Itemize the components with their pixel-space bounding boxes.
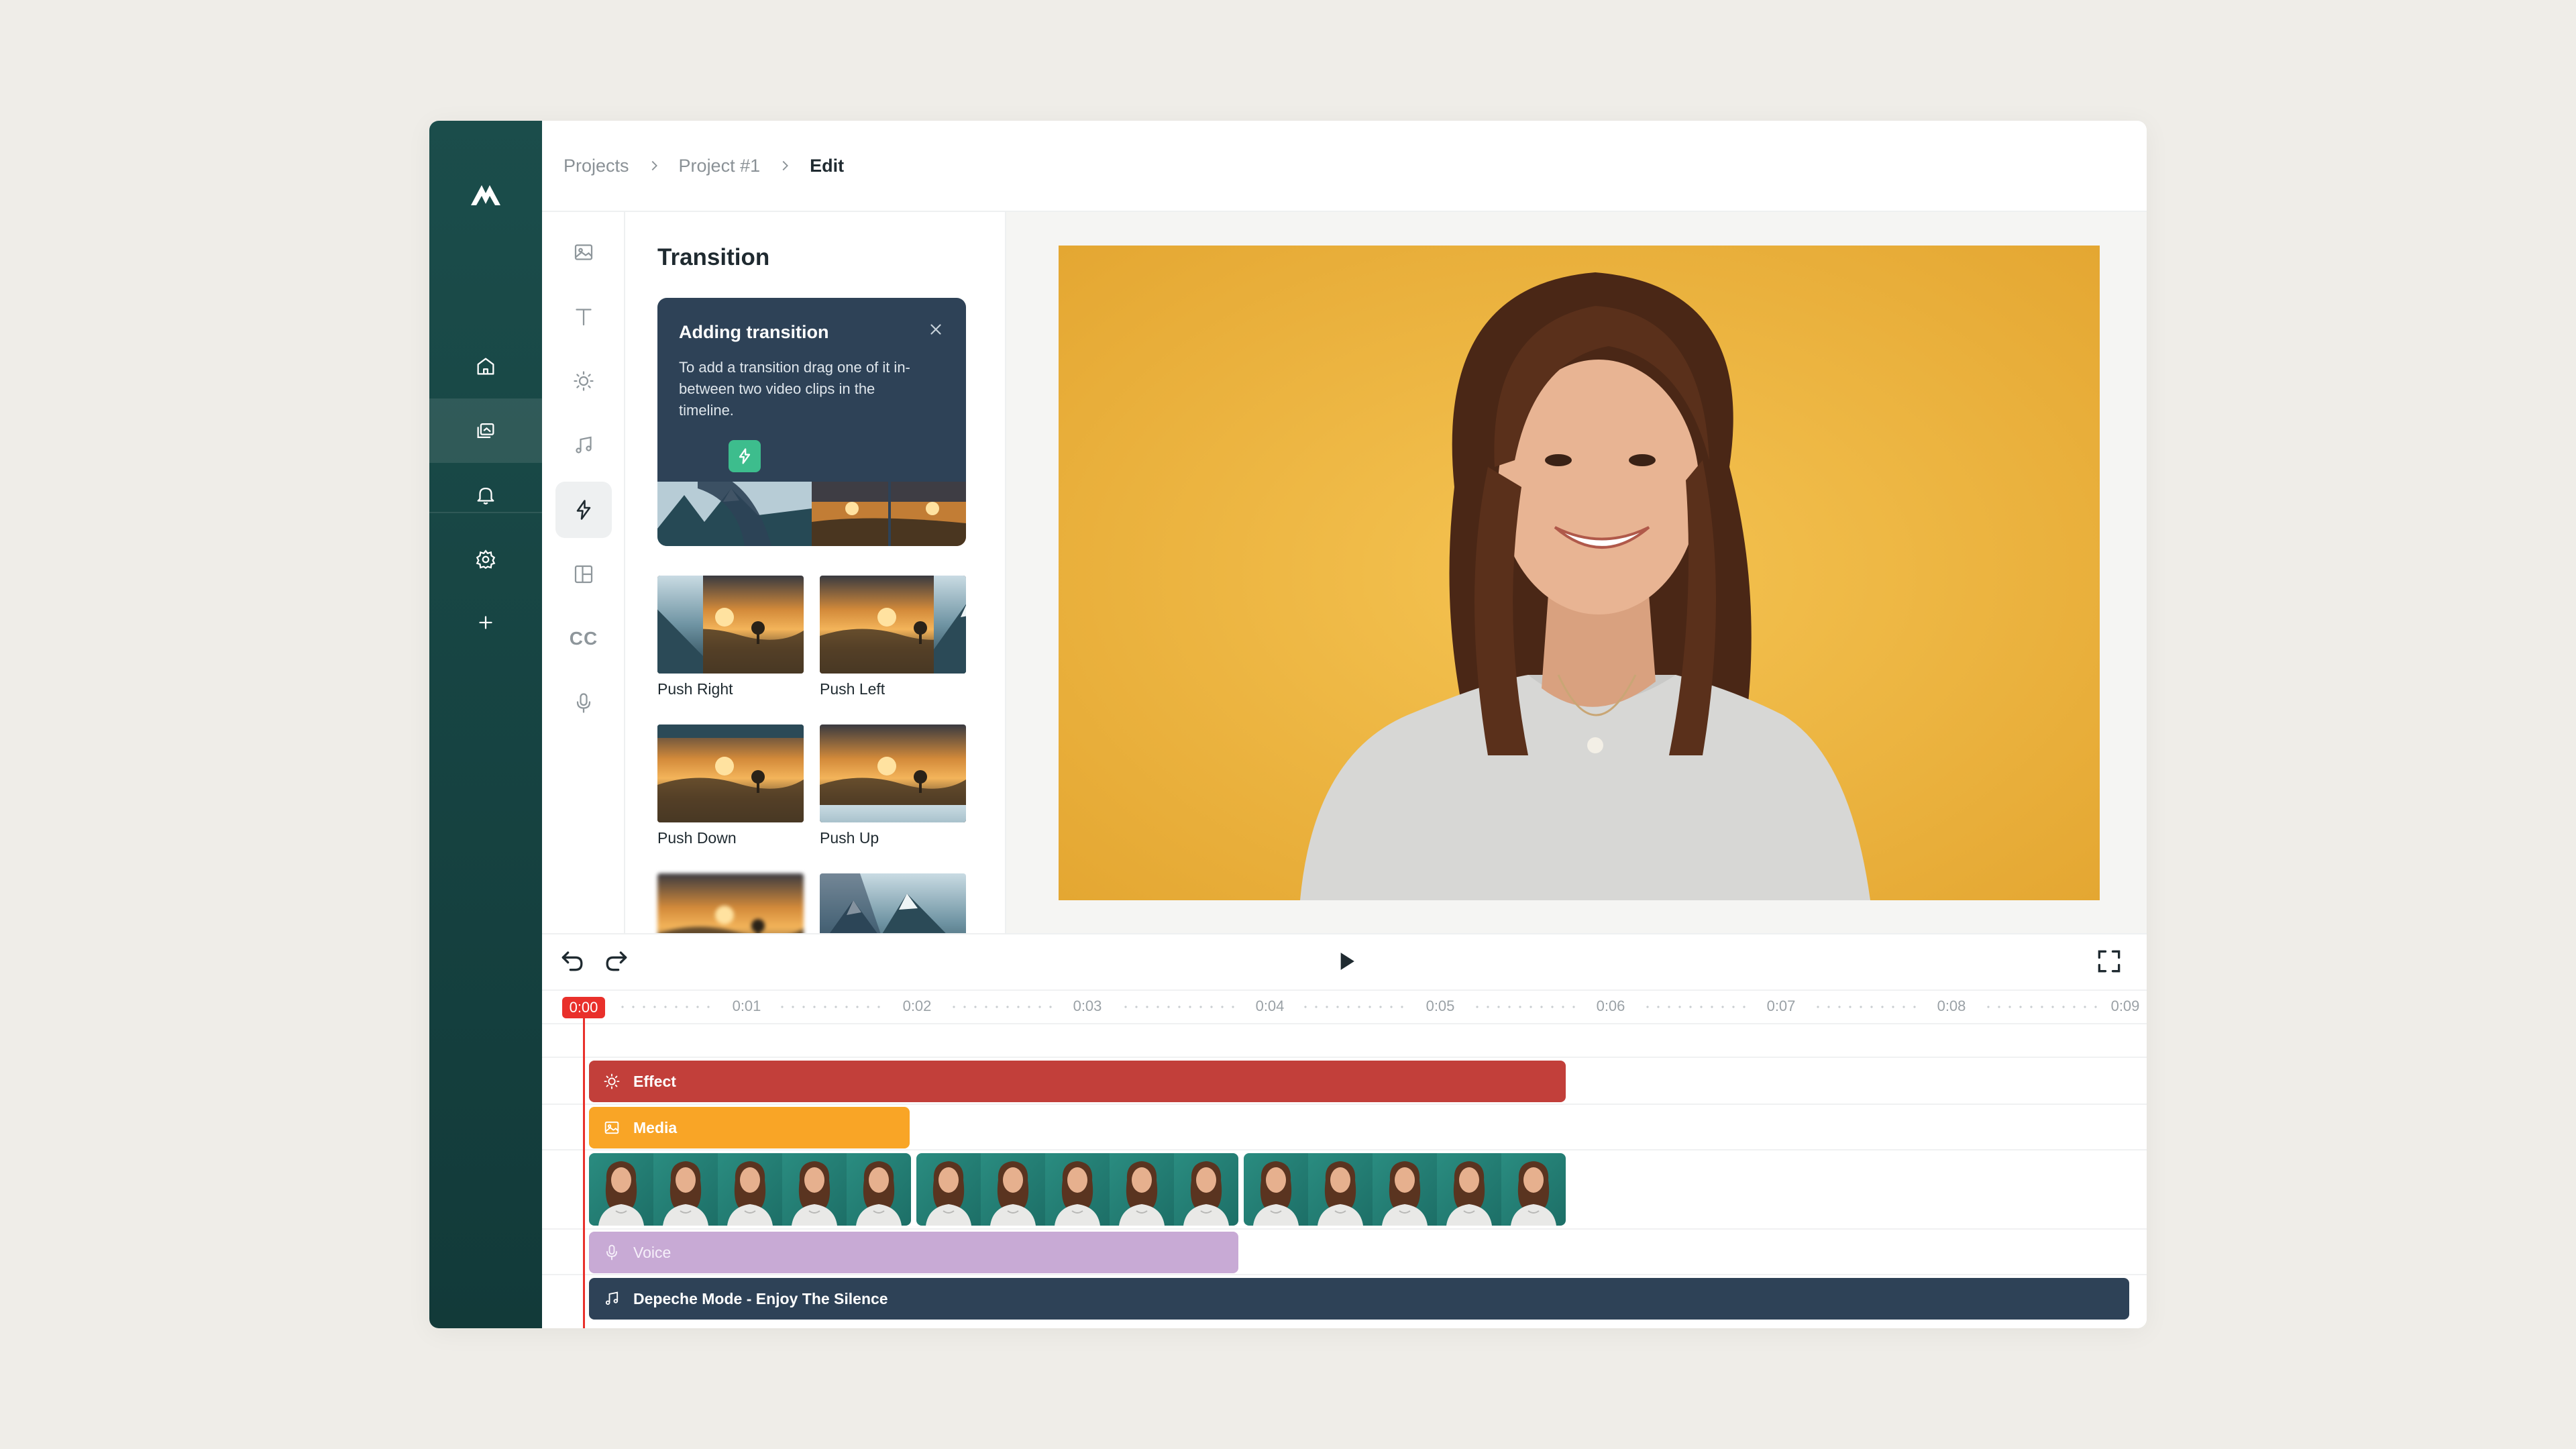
transition-push-left[interactable]: Push Left bbox=[820, 576, 966, 698]
tip-illustration bbox=[657, 482, 966, 546]
video-preview[interactable] bbox=[1059, 246, 2100, 900]
tick-label: 0:06 bbox=[1596, 998, 1625, 1014]
tick-label: 0:03 bbox=[1073, 998, 1102, 1014]
bolt-icon bbox=[729, 440, 761, 472]
fullscreen-icon[interactable] bbox=[2094, 947, 2124, 976]
brightness-icon bbox=[604, 1073, 620, 1089]
brightness-icon[interactable] bbox=[555, 353, 612, 409]
text-icon[interactable] bbox=[555, 288, 612, 345]
voice-track-label: Voice bbox=[633, 1243, 672, 1261]
voice-track[interactable]: Voice bbox=[589, 1232, 1238, 1273]
captions-icon[interactable]: CC bbox=[555, 610, 612, 667]
transition-tip-card: Adding transition To add a transition dr… bbox=[657, 298, 966, 546]
image-icon[interactable] bbox=[555, 224, 612, 280]
effect-track-label: Effect bbox=[633, 1072, 676, 1090]
app-logo[interactable] bbox=[467, 176, 504, 213]
microphone-icon bbox=[606, 1244, 617, 1260]
tip-text: To add a transition drag one of it in-be… bbox=[679, 359, 910, 419]
video-clip[interactable] bbox=[916, 1153, 1238, 1226]
playhead-time[interactable]: 0:00 bbox=[562, 997, 605, 1018]
home-icon[interactable] bbox=[429, 334, 542, 398]
effect-track[interactable]: Effect bbox=[589, 1061, 1566, 1102]
media-track-label: Media bbox=[633, 1118, 678, 1136]
timeline-lane-media: Media bbox=[542, 1105, 2147, 1150]
media-track[interactable]: Media bbox=[589, 1107, 910, 1148]
music-icon[interactable] bbox=[555, 417, 612, 474]
captions-label: CC bbox=[569, 628, 598, 649]
chevron-right-icon bbox=[777, 158, 792, 173]
bell-icon[interactable] bbox=[429, 463, 542, 527]
microphone-icon[interactable] bbox=[555, 675, 612, 731]
playhead[interactable] bbox=[583, 1018, 585, 1328]
timeline-lane-effect: Effect bbox=[542, 1058, 2147, 1105]
timeline: 0:00 0:01 0:02 0:03 0:04 0:05 0:06 0:07 … bbox=[542, 933, 2147, 1328]
preview-area bbox=[1006, 212, 2147, 933]
projects-icon[interactable] bbox=[429, 398, 542, 463]
tick-label: 0:08 bbox=[1937, 998, 1966, 1014]
transition-label: Push Down bbox=[657, 829, 737, 847]
transition-push-down[interactable]: Push Down bbox=[657, 724, 804, 847]
bolt-icon[interactable] bbox=[555, 482, 612, 538]
close-icon[interactable] bbox=[927, 321, 945, 338]
tick-label: 0:04 bbox=[1255, 998, 1285, 1014]
tick-label: 0:02 bbox=[902, 998, 932, 1014]
transition-label: Push Up bbox=[820, 829, 879, 847]
transition-push-right[interactable]: Push Right bbox=[657, 576, 804, 698]
layout-icon[interactable] bbox=[555, 546, 612, 602]
plus-icon[interactable] bbox=[429, 590, 542, 655]
left-rail bbox=[429, 121, 542, 1328]
editor-window: Projects Project #1 Edit CC Transition A… bbox=[429, 121, 2147, 1328]
transition-label: Push Left bbox=[820, 680, 885, 698]
tick-label: 0:05 bbox=[1426, 998, 1455, 1014]
transition-panel: Transition Adding transition To add a tr… bbox=[625, 212, 1006, 933]
timeline-lane bbox=[542, 1024, 2147, 1058]
transition-blur[interactable] bbox=[657, 873, 804, 933]
time-ruler[interactable]: 0:00 0:01 0:02 0:03 0:04 0:05 0:06 0:07 … bbox=[542, 989, 2147, 1024]
rail-divider bbox=[429, 512, 542, 513]
video-clip[interactable] bbox=[589, 1153, 911, 1226]
breadcrumb-current: Edit bbox=[810, 155, 845, 176]
music-track-label: Depeche Mode - Enjoy The Silence bbox=[633, 1289, 888, 1307]
redo-icon[interactable] bbox=[601, 945, 631, 975]
breadcrumb-projects[interactable]: Projects bbox=[564, 156, 629, 176]
timeline-lane-video bbox=[542, 1150, 2147, 1230]
undo-icon[interactable] bbox=[558, 945, 588, 975]
image-icon bbox=[604, 1121, 619, 1134]
tip-title: Adding transition bbox=[679, 322, 829, 342]
play-icon[interactable] bbox=[1331, 947, 1360, 976]
tool-column: CC bbox=[542, 212, 625, 933]
breadcrumb: Projects Project #1 Edit bbox=[542, 121, 2147, 212]
video-clip[interactable] bbox=[1244, 1153, 1566, 1226]
tick-label: 0:09 bbox=[2110, 998, 2140, 1014]
gear-icon[interactable] bbox=[429, 527, 542, 592]
chevron-right-icon bbox=[647, 158, 661, 173]
music-track[interactable]: Depeche Mode - Enjoy The Silence bbox=[589, 1278, 2129, 1320]
panel-title: Transition bbox=[657, 244, 770, 270]
transition-push-up[interactable]: Push Up bbox=[820, 724, 966, 847]
music-icon bbox=[605, 1291, 619, 1305]
timeline-lane-music: Depeche Mode - Enjoy The Silence bbox=[542, 1275, 2147, 1328]
transition-wipe[interactable] bbox=[820, 873, 966, 933]
tick-label: 0:07 bbox=[1766, 998, 1796, 1014]
breadcrumb-project[interactable]: Project #1 bbox=[679, 156, 761, 176]
transition-label: Push Right bbox=[657, 680, 733, 698]
tick-label: 0:01 bbox=[732, 998, 761, 1014]
timeline-lane-voice: Voice bbox=[542, 1230, 2147, 1275]
